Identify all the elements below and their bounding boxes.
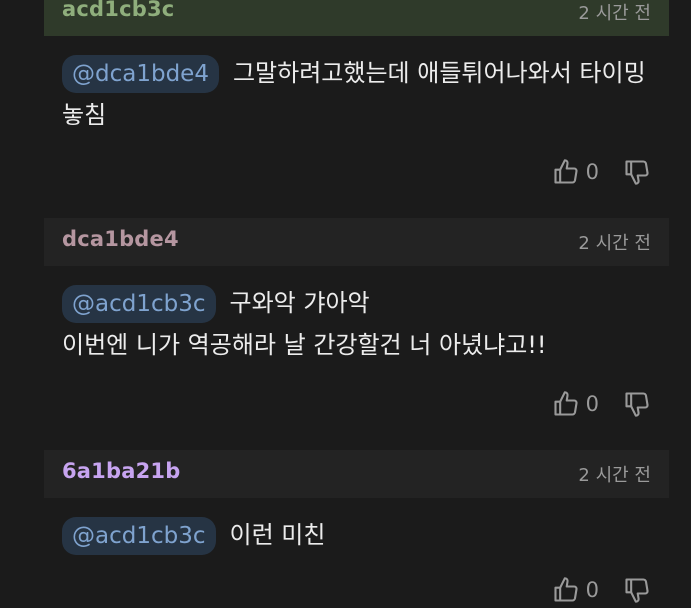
comment-actions: 0	[552, 386, 651, 422]
thumbs-down-icon	[623, 390, 651, 418]
comment-body: @acd1cb3c 구와악 갸아악 이번엔 니가 역공해라 날 간강할건 너 아녔…	[62, 282, 662, 366]
thumbs-down-icon	[623, 158, 651, 186]
comment-body: @acd1cb3c 이런 미친	[62, 514, 662, 556]
comment-text: 구와악 갸아악	[229, 289, 370, 317]
dislike-button[interactable]	[623, 158, 651, 186]
thumbs-up-icon	[552, 576, 580, 604]
comment-text-line: 이번엔 니가 역공해라 날 간강할건 너 아녔냐고!!	[62, 331, 547, 359]
thumbs-up-icon	[552, 390, 580, 418]
comment-author[interactable]: acd1cb3c	[62, 0, 174, 21]
comment-actions: 0	[552, 154, 651, 190]
thumbs-down-icon	[623, 576, 651, 604]
comment-timestamp: 2 시간 전	[578, 465, 651, 486]
dislike-button[interactable]	[623, 576, 651, 604]
comment-header: 6a1ba21b 2 시간 전	[44, 450, 669, 498]
mention-link[interactable]: @acd1cb3c	[62, 517, 216, 555]
like-button[interactable]: 0	[552, 576, 623, 604]
like-count: 0	[585, 160, 599, 184]
thumbs-up-icon	[552, 158, 580, 186]
dislike-button[interactable]	[623, 390, 651, 418]
comment-author[interactable]: 6a1ba21b	[62, 459, 180, 483]
comment-timestamp: 2 시간 전	[578, 3, 651, 24]
like-button[interactable]: 0	[552, 158, 623, 186]
like-button[interactable]: 0	[552, 390, 623, 418]
like-count: 0	[585, 392, 599, 416]
like-count: 0	[585, 578, 599, 602]
mention-link[interactable]: @acd1cb3c	[62, 285, 216, 323]
mention-link[interactable]: @dca1bde4	[62, 55, 219, 93]
comment-text: 이런 미친	[229, 521, 326, 549]
comment-author[interactable]: dca1bde4	[62, 227, 179, 251]
comment-header: dca1bde4 2 시간 전	[44, 218, 669, 266]
comment-timestamp: 2 시간 전	[578, 233, 651, 254]
comment-body: @dca1bde4 그말하려고했는데 애들튀어나와서 타이밍 놓침	[62, 52, 662, 136]
comment-header: acd1cb3c 2 시간 전	[44, 0, 669, 36]
comment-actions: 0	[552, 572, 651, 608]
